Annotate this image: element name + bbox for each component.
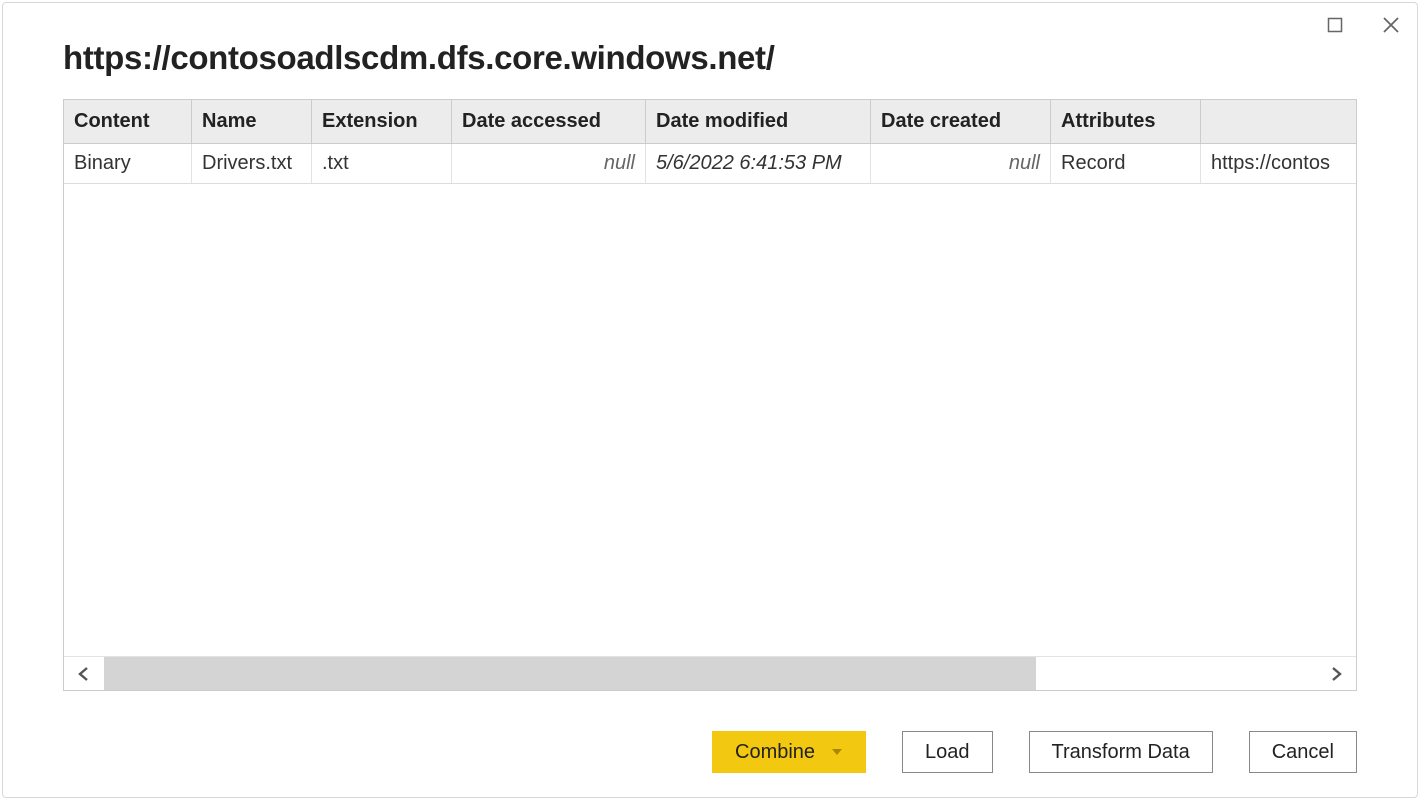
cell-path: https://contos xyxy=(1201,144,1356,183)
col-date-created[interactable]: Date created xyxy=(871,100,1051,143)
col-name[interactable]: Name xyxy=(192,100,312,143)
cell-attributes: Record xyxy=(1051,144,1201,183)
col-extension[interactable]: Extension xyxy=(312,100,452,143)
load-button[interactable]: Load xyxy=(902,731,993,773)
col-date-accessed[interactable]: Date accessed xyxy=(452,100,646,143)
page-title: https://contosoadlscdm.dfs.core.windows.… xyxy=(63,39,1357,77)
null-value: null xyxy=(881,152,1040,175)
scroll-thumb[interactable] xyxy=(1036,657,1316,691)
date-value: 5/6/2022 6:41:53 PM xyxy=(656,152,842,174)
col-path[interactable] xyxy=(1201,100,1357,143)
cell-date-modified: 5/6/2022 6:41:53 PM xyxy=(646,144,871,183)
cancel-label: Cancel xyxy=(1272,741,1334,764)
table-header: Content Name Extension Date accessed Dat… xyxy=(64,100,1356,144)
cell-date-created: null xyxy=(871,144,1051,183)
close-icon xyxy=(1382,16,1400,34)
button-row: Combine Load Transform Data Cancel xyxy=(63,691,1357,773)
cell-content: Binary xyxy=(64,144,192,183)
col-content[interactable]: Content xyxy=(64,100,192,143)
scroll-left-button[interactable] xyxy=(64,657,104,691)
transform-data-button[interactable]: Transform Data xyxy=(1029,731,1213,773)
dropdown-icon xyxy=(831,747,843,757)
cancel-button[interactable]: Cancel xyxy=(1249,731,1357,773)
content-area: https://contosoadlscdm.dfs.core.windows.… xyxy=(63,35,1357,773)
scroll-track[interactable] xyxy=(104,657,1316,691)
data-table: Content Name Extension Date accessed Dat… xyxy=(63,99,1357,691)
transform-label: Transform Data xyxy=(1052,741,1190,764)
scroll-right-button[interactable] xyxy=(1316,657,1356,691)
chevron-right-icon xyxy=(1328,666,1344,682)
horizontal-scrollbar[interactable] xyxy=(64,656,1356,690)
cell-date-accessed: null xyxy=(452,144,646,183)
col-date-modified[interactable]: Date modified xyxy=(646,100,871,143)
combine-label: Combine xyxy=(735,741,815,764)
dialog-window: https://contosoadlscdm.dfs.core.windows.… xyxy=(2,2,1418,798)
col-attributes[interactable]: Attributes xyxy=(1051,100,1201,143)
cell-extension: .txt xyxy=(312,144,452,183)
combine-button[interactable]: Combine xyxy=(712,731,866,773)
close-button[interactable] xyxy=(1377,11,1405,39)
table-body: Binary Drivers.txt .txt null 5/6/2022 6:… xyxy=(64,144,1356,656)
table-row[interactable]: Binary Drivers.txt .txt null 5/6/2022 6:… xyxy=(64,144,1356,184)
chevron-left-icon xyxy=(76,666,92,682)
cell-name: Drivers.txt xyxy=(192,144,312,183)
maximize-icon xyxy=(1327,17,1343,33)
load-label: Load xyxy=(925,741,970,764)
null-value: null xyxy=(462,152,635,175)
